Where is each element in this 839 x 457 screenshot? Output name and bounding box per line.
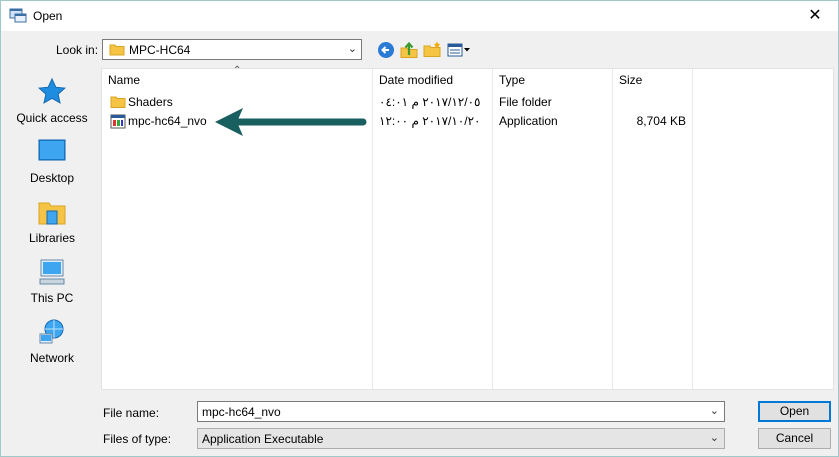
file-row-shaders[interactable]: Shaders ٢٠١٧/١٢/٠٥ م ٠٤:٠١ File folder bbox=[102, 93, 835, 112]
view-menu-icon[interactable] bbox=[446, 40, 472, 60]
file-name-label: File name: bbox=[103, 406, 160, 420]
up-folder-icon[interactable] bbox=[399, 40, 419, 60]
chevron-down-icon[interactable]: ⌄ bbox=[710, 404, 719, 417]
file-date: ٢٠١٧/١٠/٢٠ م ١٢:٠٠ bbox=[379, 114, 481, 128]
file-name-value: mpc-hc64_nvo bbox=[202, 405, 281, 419]
chevron-down-icon: ⌄ bbox=[347, 43, 357, 55]
place-libraries[interactable]: Libraries bbox=[8, 197, 96, 255]
place-network[interactable]: Network bbox=[8, 317, 96, 375]
sort-ascending-icon: ⌃ bbox=[233, 65, 242, 76]
place-label: Libraries bbox=[28, 231, 76, 245]
file-name: Shaders bbox=[128, 95, 173, 109]
star-icon bbox=[38, 77, 66, 104]
column-header-name[interactable]: Name bbox=[108, 73, 140, 87]
place-label: Network bbox=[29, 351, 74, 365]
file-size: 8,704 KB bbox=[636, 114, 686, 128]
files-of-type-dropdown[interactable]: Application Executable ⌄ bbox=[197, 428, 725, 449]
annotation-arrow-icon bbox=[215, 108, 367, 136]
close-button[interactable]: ✕ bbox=[792, 1, 838, 31]
look-in-dropdown[interactable]: MPC-HC64 ⌄ bbox=[102, 39, 362, 60]
place-label: This PC bbox=[30, 291, 74, 305]
place-quick-access[interactable]: Quick access bbox=[8, 77, 96, 135]
close-icon: ✕ bbox=[808, 7, 822, 24]
app-window-icon bbox=[9, 8, 27, 23]
desktop-icon bbox=[38, 139, 66, 161]
file-name-input[interactable]: mpc-hc64_nvo ⌄ bbox=[197, 401, 725, 422]
place-label: Quick access bbox=[16, 111, 88, 125]
window-title: Open bbox=[33, 9, 63, 23]
folder-icon bbox=[109, 44, 125, 56]
computer-icon bbox=[39, 259, 65, 285]
libraries-icon bbox=[38, 202, 66, 225]
open-button[interactable]: Open bbox=[758, 401, 831, 422]
look-in-value: MPC-HC64 bbox=[129, 43, 191, 57]
file-row-mpc-hc64-nvo[interactable]: mpc-hc64_nvo ٢٠١٧/١٠/٢٠ م ١٢:٠٠ Applicat… bbox=[102, 112, 835, 131]
back-icon[interactable] bbox=[376, 40, 396, 60]
file-type: Application bbox=[499, 114, 558, 128]
file-type: File folder bbox=[499, 95, 552, 109]
bottom-panel: File name: mpc-hc64_nvo ⌄ Open Files of … bbox=[1, 390, 838, 456]
place-label: Desktop bbox=[29, 171, 75, 185]
network-icon bbox=[39, 319, 64, 344]
file-list[interactable]: ⌃ Name Date modified Type Size Shaders ٢… bbox=[101, 65, 835, 391]
file-name: mpc-hc64_nvo bbox=[128, 114, 207, 128]
column-header-type[interactable]: Type bbox=[499, 73, 525, 87]
files-of-type-value: Application Executable bbox=[202, 432, 324, 446]
application-icon bbox=[110, 114, 126, 129]
chevron-down-icon: ⌄ bbox=[709, 432, 719, 444]
place-desktop[interactable]: Desktop bbox=[8, 137, 96, 195]
open-dialog: Open ✕ Look in: MPC-HC64 ⌄ Quick access … bbox=[0, 0, 839, 457]
title-bar[interactable]: Open ✕ bbox=[1, 1, 838, 31]
folder-icon bbox=[110, 96, 126, 108]
column-header-size[interactable]: Size bbox=[619, 73, 642, 87]
place-this-pc[interactable]: This PC bbox=[8, 257, 96, 315]
look-in-label: Look in: bbox=[56, 43, 99, 57]
files-of-type-label: Files of type: bbox=[103, 432, 172, 446]
file-date: ٢٠١٧/١٢/٠٥ م ٠٤:٠١ bbox=[379, 95, 481, 109]
cancel-button[interactable]: Cancel bbox=[758, 428, 831, 449]
column-header-date[interactable]: Date modified bbox=[379, 73, 453, 87]
new-folder-icon[interactable] bbox=[422, 40, 442, 60]
